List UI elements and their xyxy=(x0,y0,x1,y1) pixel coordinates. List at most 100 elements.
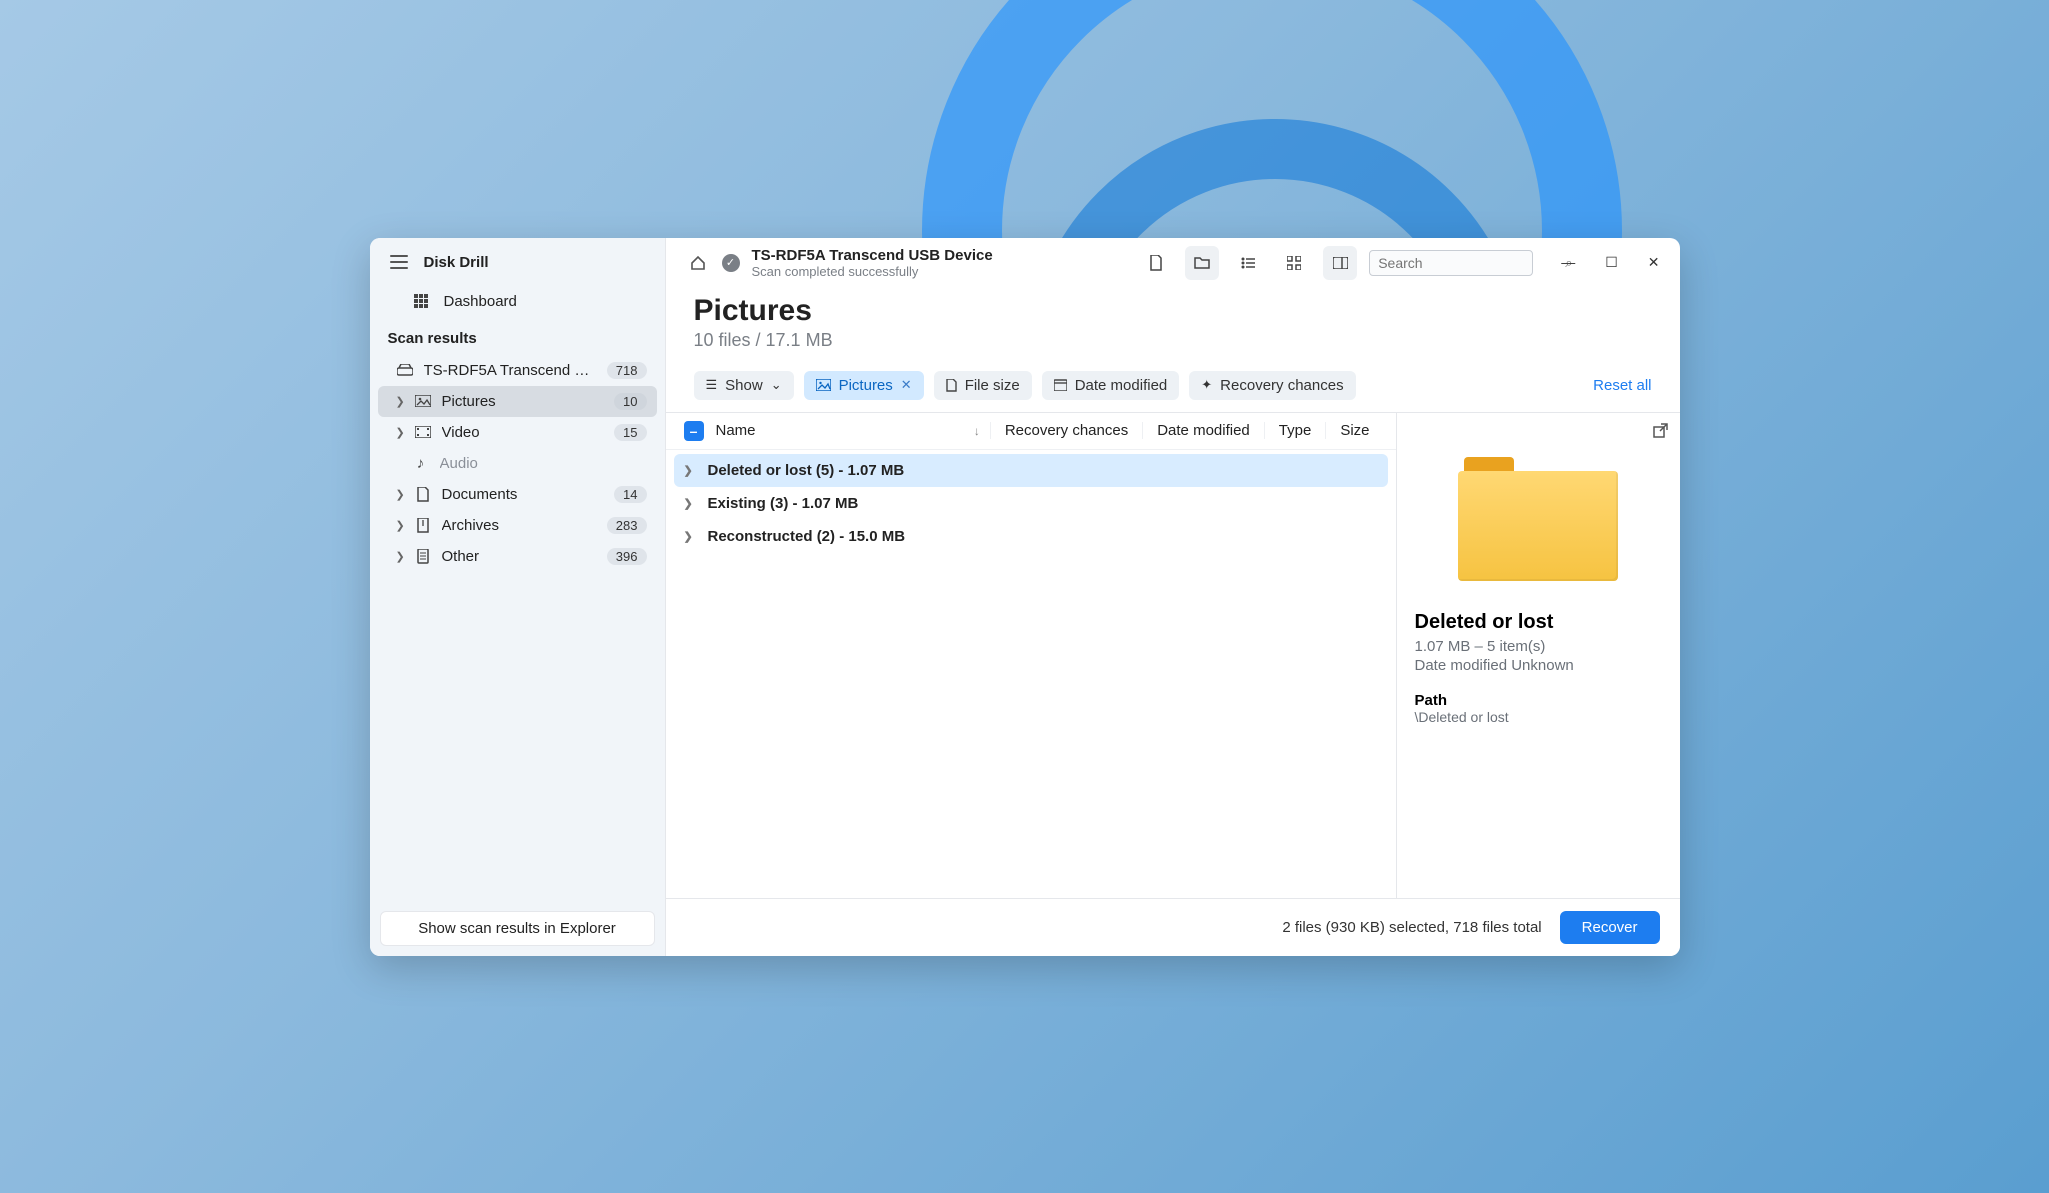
table-row[interactable]: ❯ Existing (3) - 1.07 MB xyxy=(674,487,1388,520)
sidebar-item-badge: 396 xyxy=(607,548,647,565)
window-controls: — ☐ ✕ xyxy=(1555,250,1665,275)
column-type[interactable]: Type xyxy=(1265,422,1327,439)
table-row[interactable]: ❯ Deleted or lost (5) - 1.07 MB xyxy=(674,454,1388,487)
chevron-right-icon: ❯ xyxy=(684,530,696,543)
view-grid-icon[interactable] xyxy=(1277,246,1311,280)
sidebar-item-documents[interactable]: ❯ Documents 14 xyxy=(378,479,657,510)
drive-icon xyxy=(396,364,414,376)
search-field[interactable] xyxy=(1378,255,1559,271)
filter-chip-recovery[interactable]: ✦ Recovery chances xyxy=(1189,371,1355,400)
close-button[interactable]: ✕ xyxy=(1642,250,1666,275)
maximize-button[interactable]: ☐ xyxy=(1599,250,1624,275)
chip-label: Show xyxy=(725,377,763,394)
sidebar-footer: Show scan results in Explorer xyxy=(370,901,665,956)
sort-arrow-icon: ↓ xyxy=(974,424,980,438)
column-name[interactable]: Name ↓ xyxy=(716,422,991,439)
sidebar-item-dashboard[interactable]: Dashboard xyxy=(370,285,665,318)
row-label: Reconstructed (2) - 15.0 MB xyxy=(708,528,906,545)
open-external-icon[interactable] xyxy=(1653,423,1668,438)
row-label: Deleted or lost (5) - 1.07 MB xyxy=(708,462,905,479)
sidebar-item-video[interactable]: ❯ Video 15 xyxy=(378,417,657,448)
sidebar-item-label: Other xyxy=(442,548,597,565)
chevron-right-icon: ❯ xyxy=(396,395,404,408)
table-header: – Name ↓ Recovery chances Date modified … xyxy=(666,413,1396,450)
archive-icon xyxy=(414,518,432,533)
search-input[interactable]: ⌕ xyxy=(1369,250,1533,276)
column-label: Date modified xyxy=(1157,422,1250,439)
close-icon[interactable]: ✕ xyxy=(901,377,912,393)
audio-icon: ♪ xyxy=(412,455,430,472)
sidebar-item-label: Audio xyxy=(440,455,647,472)
sidebar-item-badge: 15 xyxy=(614,424,646,441)
other-icon xyxy=(414,549,432,564)
calendar-icon xyxy=(1054,379,1067,391)
breadcrumb-title: TS-RDF5A Transcend USB Device xyxy=(752,247,993,264)
grid-icon xyxy=(412,294,430,308)
sidebar-item-badge: 283 xyxy=(607,517,647,534)
sidebar-header: Disk Drill xyxy=(370,238,665,285)
chip-label: Recovery chances xyxy=(1220,377,1343,394)
breadcrumb-subtitle: Scan completed successfully xyxy=(752,264,993,279)
sidebar-item-badge: 14 xyxy=(614,486,646,503)
main: ✓ TS-RDF5A Transcend USB Device Scan com… xyxy=(666,238,1680,956)
sidebar-item-label: Video xyxy=(442,424,605,441)
filter-show-button[interactable]: ☰ Show ⌄ xyxy=(694,371,794,400)
picture-icon xyxy=(816,379,831,391)
view-folder-icon[interactable] xyxy=(1185,246,1219,280)
home-icon[interactable] xyxy=(686,251,710,275)
view-file-icon[interactable] xyxy=(1139,246,1173,280)
details-path-value: \Deleted or lost xyxy=(1415,709,1662,725)
filter-chip-date[interactable]: Date modified xyxy=(1042,371,1180,400)
bottom-bar: 2 files (930 KB) selected, 718 files tot… xyxy=(666,898,1680,956)
video-icon xyxy=(414,426,432,438)
view-list-icon[interactable] xyxy=(1231,246,1265,280)
sidebar-device-label: TS-RDF5A Transcend US... xyxy=(424,362,597,379)
sidebar-item-other[interactable]: ❯ Other 396 xyxy=(378,541,657,572)
filter-chip-pictures[interactable]: Pictures ✕ xyxy=(804,371,924,400)
document-icon xyxy=(946,379,957,392)
page-title: Pictures xyxy=(694,294,1652,328)
row-label: Existing (3) - 1.07 MB xyxy=(708,495,859,512)
filter-row: ☰ Show ⌄ Pictures ✕ File size Date modif… xyxy=(666,363,1680,412)
column-label: Size xyxy=(1340,422,1369,439)
chevron-right-icon: ❯ xyxy=(684,464,696,477)
sidebar-item-archives[interactable]: ❯ Archives 283 xyxy=(378,510,657,541)
column-size[interactable]: Size xyxy=(1326,422,1383,439)
star-icon: ✦ xyxy=(1201,377,1212,393)
selection-status: 2 files (930 KB) selected, 718 files tot… xyxy=(1282,919,1541,936)
table-area: – Name ↓ Recovery chances Date modified … xyxy=(666,413,1396,898)
recover-button[interactable]: Recover xyxy=(1560,911,1660,944)
select-all-checkbox[interactable]: – xyxy=(684,421,704,441)
chip-label: Pictures xyxy=(839,377,893,394)
minimize-button[interactable]: — xyxy=(1555,250,1581,275)
page-header: Pictures 10 files / 17.1 MB xyxy=(666,288,1680,363)
reset-all-link[interactable]: Reset all xyxy=(1593,377,1651,394)
chevron-down-icon: ⌄ xyxy=(771,377,782,393)
sidebar-item-badge: 10 xyxy=(614,393,646,410)
picture-icon xyxy=(414,395,432,407)
column-label: Recovery chances xyxy=(1005,422,1128,439)
chevron-right-icon: ❯ xyxy=(684,497,696,510)
sidebar-section-scan-results: Scan results xyxy=(370,318,665,355)
chevron-right-icon: ❯ xyxy=(396,426,404,439)
folder-icon xyxy=(1458,457,1618,587)
table-row[interactable]: ❯ Reconstructed (2) - 15.0 MB xyxy=(674,520,1388,553)
column-date[interactable]: Date modified xyxy=(1143,422,1265,439)
document-icon xyxy=(414,487,432,502)
chevron-right-icon: ❯ xyxy=(396,550,404,563)
sidebar-item-label: Pictures xyxy=(442,393,605,410)
menu-icon[interactable] xyxy=(390,255,408,269)
column-recovery[interactable]: Recovery chances xyxy=(991,422,1143,439)
filter-chip-filesize[interactable]: File size xyxy=(934,371,1032,400)
details-meta-size: 1.07 MB – 5 item(s) xyxy=(1415,638,1662,655)
sidebar-item-pictures[interactable]: ❯ Pictures 10 xyxy=(378,386,657,417)
sidebar-device-badge: 718 xyxy=(607,362,647,379)
app-window: Disk Drill Dashboard Scan results TS-RDF… xyxy=(370,238,1680,956)
column-label: Type xyxy=(1279,422,1312,439)
show-in-explorer-button[interactable]: Show scan results in Explorer xyxy=(380,911,655,946)
view-panel-icon[interactable] xyxy=(1323,246,1357,280)
details-path-label: Path xyxy=(1415,692,1662,709)
sidebar-item-audio[interactable]: ♪ Audio xyxy=(378,448,657,479)
page-subtitle: 10 files / 17.1 MB xyxy=(694,330,1652,351)
sidebar-device[interactable]: TS-RDF5A Transcend US... 718 xyxy=(378,355,657,386)
